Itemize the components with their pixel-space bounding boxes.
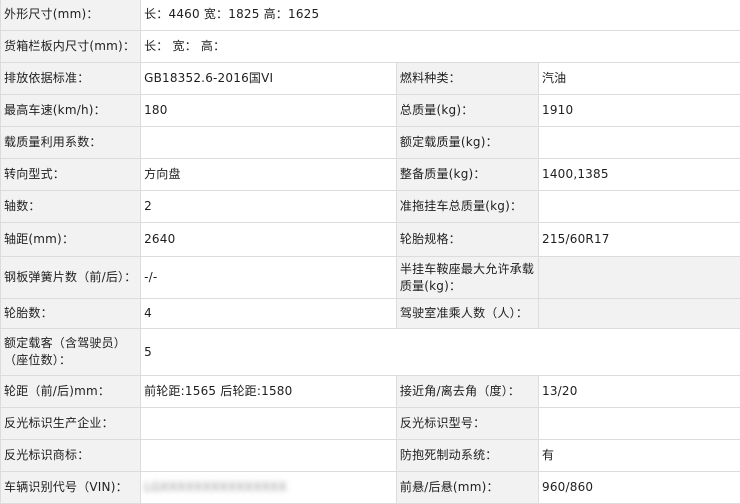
value-rated-passengers: 5 <box>140 328 740 376</box>
spec-row-seats: 额定载客（含驾驶员）（座位数）： 5 <box>0 328 740 376</box>
value-fuel-type: 汽油 <box>537 62 740 95</box>
label-gross-mass: 总质量(kg)： <box>395 94 539 127</box>
vehicle-spec-table: 外形尺寸(mm)： 长：4460 宽：1825 高：1625 货箱栏板内尺寸(m… <box>0 0 740 504</box>
value-gross-mass: 1910 <box>537 94 740 127</box>
label-trailer-mass: 准拖挂车总质量(kg)： <box>395 190 539 223</box>
value-track-width: 前轮距:1565 后轮距:1580 <box>140 375 397 408</box>
value-max-speed: 180 <box>140 94 397 127</box>
label-track-width: 轮距（前/后)mm： <box>0 375 142 408</box>
label-saddle-load: 半挂车鞍座最大允许承载质量(kg)： <box>395 256 539 299</box>
label-overall-dimensions: 外形尺寸(mm)： <box>0 0 142 31</box>
spec-row-reflective-maker: 反光标识生产企业： 反光标识型号： <box>0 407 740 440</box>
label-reflective-manufacturer: 反光标识生产企业： <box>0 407 142 440</box>
label-abs: 防抱死制动系统： <box>395 439 539 472</box>
label-rated-passengers: 额定载客（含驾驶员）（座位数）： <box>0 328 142 376</box>
value-wheelbase: 2640 <box>140 222 397 257</box>
label-rated-load: 额定载质量(kg)： <box>395 126 539 159</box>
value-rated-load <box>537 126 740 159</box>
label-tire-count: 轮胎数： <box>0 298 142 329</box>
value-reflective-model <box>537 407 740 440</box>
value-approach-departure: 13/20 <box>537 375 740 408</box>
spec-row-emission: 排放依据标准： GB18352.6-2016国VI 燃料种类： 汽油 <box>0 62 740 95</box>
value-vin: LGXXXXXXXXXXXXXXX <box>140 471 397 504</box>
label-axle-count: 轴数： <box>0 190 142 223</box>
label-reflective-brand: 反光标识商标： <box>0 439 142 472</box>
spec-row-reflective-brand: 反光标识商标： 防抱死制动系统： 有 <box>0 439 740 472</box>
spec-row-steering: 转向型式： 方向盘 整备质量(kg)： 1400,1385 <box>0 158 740 191</box>
label-reflective-model: 反光标识型号： <box>395 407 539 440</box>
value-axle-count: 2 <box>140 190 397 223</box>
value-overhang: 960/860 <box>537 471 740 504</box>
spec-row-springs: 钢板弹簧片数（前/后）： -/- 半挂车鞍座最大允许承载质量(kg)： <box>0 256 740 299</box>
value-cab-occupants <box>537 298 740 329</box>
spec-row-speed: 最高车速(km/h)： 180 总质量(kg)： 1910 <box>0 94 740 127</box>
spec-row-cargo-box: 货箱栏板内尺寸(mm)： 长： 宽： 高： <box>0 30 740 63</box>
value-emission-standard: GB18352.6-2016国VI <box>140 62 397 95</box>
value-tire-count: 4 <box>140 298 397 329</box>
label-cargo-box-dimensions: 货箱栏板内尺寸(mm)： <box>0 30 142 63</box>
label-leaf-springs: 钢板弹簧片数（前/后）： <box>0 256 142 299</box>
label-emission-standard: 排放依据标准： <box>0 62 142 95</box>
spec-row-load: 载质量利用系数： 额定载质量(kg)： <box>0 126 740 159</box>
label-approach-departure: 接近角/离去角（度）： <box>395 375 539 408</box>
value-trailer-mass <box>537 190 740 223</box>
label-steering-type: 转向型式： <box>0 158 142 191</box>
label-curb-mass: 整备质量(kg)： <box>395 158 539 191</box>
spec-row-dimensions: 外形尺寸(mm)： 长：4460 宽：1825 高：1625 <box>0 0 740 31</box>
spec-row-vin: 车辆识别代号（VIN)： LGXXXXXXXXXXXXXXX 前悬/后悬(mm)… <box>0 471 740 504</box>
label-cab-occupants: 驾驶室准乘人数（人）： <box>395 298 539 329</box>
value-reflective-manufacturer <box>140 407 397 440</box>
value-reflective-brand <box>140 439 397 472</box>
value-saddle-load <box>537 256 740 299</box>
spec-row-wheelbase: 轴距(mm)： 2640 轮胎规格： 215/60R17 <box>0 222 740 257</box>
label-vin: 车辆识别代号（VIN)： <box>0 471 142 504</box>
spec-row-axles: 轴数： 2 准拖挂车总质量(kg)： <box>0 190 740 223</box>
spec-row-track: 轮距（前/后)mm： 前轮距:1565 后轮距:1580 接近角/离去角（度）：… <box>0 375 740 408</box>
label-wheelbase: 轴距(mm)： <box>0 222 142 257</box>
value-steering-type: 方向盘 <box>140 158 397 191</box>
value-abs: 有 <box>537 439 740 472</box>
value-load-utilization <box>140 126 397 159</box>
value-overall-dimensions: 长：4460 宽：1825 高：1625 <box>140 0 740 31</box>
value-curb-mass: 1400,1385 <box>537 158 740 191</box>
spec-row-tires: 轮胎数： 4 驾驶室准乘人数（人）： <box>0 298 740 329</box>
value-cargo-box-dimensions: 长： 宽： 高： <box>140 30 740 63</box>
label-tire-spec: 轮胎规格： <box>395 222 539 257</box>
label-max-speed: 最高车速(km/h)： <box>0 94 142 127</box>
label-load-utilization: 载质量利用系数： <box>0 126 142 159</box>
value-leaf-springs: -/- <box>140 256 397 299</box>
label-overhang: 前悬/后悬(mm)： <box>395 471 539 504</box>
label-fuel-type: 燃料种类： <box>395 62 539 95</box>
vin-redacted: LGXXXXXXXXXXXXXXX <box>144 480 287 494</box>
value-tire-spec: 215/60R17 <box>537 222 740 257</box>
